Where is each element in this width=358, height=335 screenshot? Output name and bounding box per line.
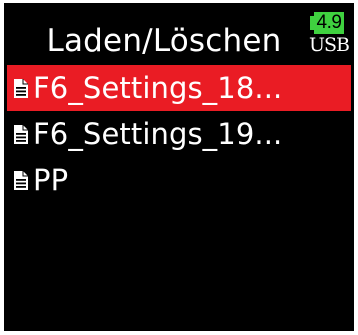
document-icon — [13, 78, 29, 99]
document-icon — [13, 124, 29, 145]
file-item[interactable]: PP — [7, 157, 351, 203]
power-source-label: USB — [309, 34, 350, 56]
file-item[interactable]: F6_Settings_19... — [7, 111, 351, 157]
file-item-selected[interactable]: F6_Settings_18... — [7, 65, 351, 111]
device-screen: Laden/Löschen 4.9 USB F6_Settings_18... — [4, 3, 354, 331]
file-name: PP — [33, 163, 69, 197]
battery-icon: 4.9 — [314, 12, 344, 34]
file-name: F6_Settings_19... — [33, 117, 283, 151]
file-name: F6_Settings_18... — [33, 71, 283, 105]
document-icon — [13, 170, 29, 191]
file-list: F6_Settings_18... F6_Settings_19... PP — [7, 65, 351, 203]
page-title: Laden/Löschen — [46, 23, 282, 59]
